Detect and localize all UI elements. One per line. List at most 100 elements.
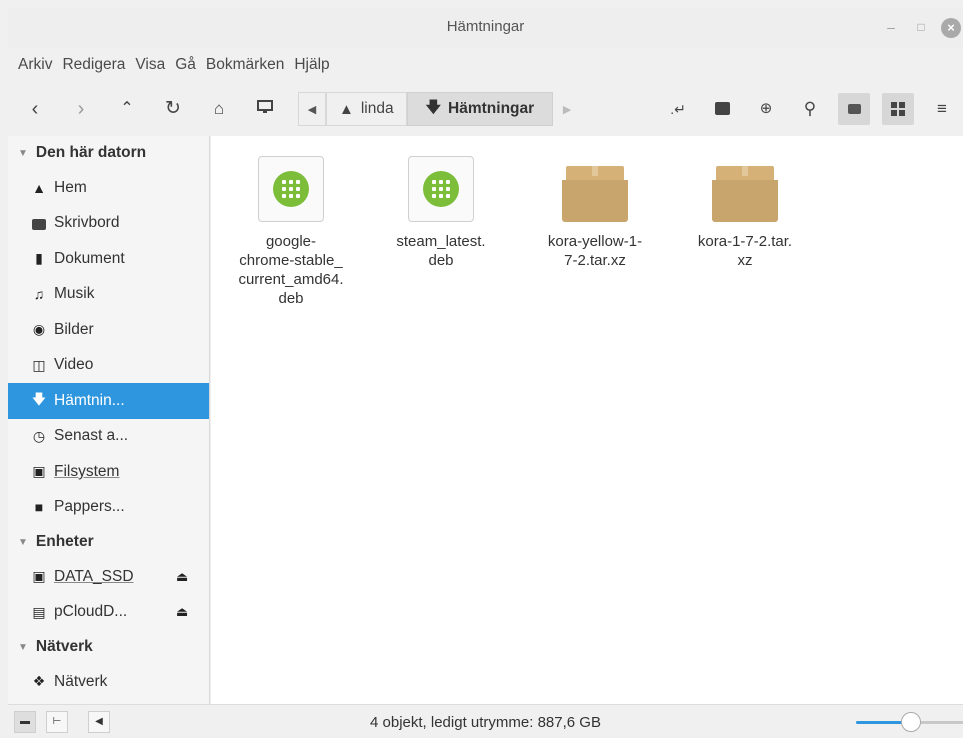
deb-package-icon bbox=[408, 156, 474, 222]
new-folder-icon[interactable]: ⊕ bbox=[750, 93, 782, 125]
menu-hjalp[interactable]: Hjälp bbox=[290, 56, 333, 74]
camera-icon: ◉ bbox=[32, 321, 46, 338]
drive-icon: ▣ bbox=[32, 568, 46, 585]
sidebar-section-computer[interactable]: ▼ Den här datorn bbox=[8, 136, 209, 170]
sidebar-item-label: pCloudD... bbox=[54, 603, 128, 621]
file-item-google-chrome[interactable]: google- chrome-stable_ current_amd64. de… bbox=[221, 156, 361, 308]
sidebar-item-filsystem[interactable]: ▣ Filsystem bbox=[8, 454, 209, 490]
sidebar-item-label: Hämtnin... bbox=[54, 391, 125, 409]
sidebar-item-label: Dokument bbox=[54, 249, 125, 267]
sidebar-section-network[interactable]: ▼ Nätverk bbox=[8, 630, 209, 664]
path-segment-label: Hämtningar bbox=[448, 100, 535, 117]
menu-bokmarken[interactable]: Bokmärken bbox=[202, 56, 288, 74]
sidebar-item-hem[interactable]: ▲ Hem bbox=[8, 170, 209, 206]
sidebar-item-skrivbord[interactable]: Skrivbord bbox=[8, 206, 209, 242]
download-icon: 🡇 bbox=[31, 390, 47, 407]
file-name: google- chrome-stable_ current_amd64. de… bbox=[238, 233, 344, 307]
menu-redigera[interactable]: Redigera bbox=[58, 56, 129, 74]
collapse-triangle-icon[interactable]: ▼ bbox=[18, 148, 28, 159]
trash-icon: ■ bbox=[34, 499, 44, 516]
path-segment-hamtningar[interactable]: 🡇 Hämtningar bbox=[406, 92, 554, 126]
sidebar-section-label: Den här datorn bbox=[35, 144, 147, 161]
download-icon: 🡇 bbox=[425, 98, 442, 116]
removable-drive-icon: ▤ bbox=[32, 603, 46, 620]
archive-icon bbox=[712, 156, 778, 222]
path-segment-linda[interactable]: ▲ linda bbox=[326, 92, 407, 126]
sidebar-item-label: Filsystem bbox=[54, 462, 120, 480]
terminal-icon[interactable] bbox=[706, 93, 738, 125]
sidebar-item-papperskorg[interactable]: ■ Pappers... bbox=[8, 490, 209, 526]
sidebar-item-dokument[interactable]: ▮ Dokument bbox=[8, 241, 209, 277]
home-icon: ▲ bbox=[339, 100, 354, 118]
close-button[interactable]: × bbox=[941, 18, 961, 38]
file-name: kora-yellow-1- 7-2.tar.xz bbox=[547, 233, 643, 269]
path-segment-label: linda bbox=[360, 100, 394, 117]
zoom-slider[interactable] bbox=[856, 712, 963, 732]
menu-bar: Arkiv Redigera Visa Gå Bokmärken Hjälp bbox=[8, 48, 963, 82]
file-name: kora-1-7-2.tar. xz bbox=[697, 233, 793, 269]
music-icon: ♫ bbox=[33, 286, 45, 303]
sidebar-item-label: Senast a... bbox=[54, 427, 129, 445]
sidebar: ▼ Den här datorn ▲ Hem Skrivbord ▮ Dokum… bbox=[8, 136, 210, 704]
sidebar-section-label: Enheter bbox=[35, 533, 94, 550]
home-icon: ▲ bbox=[32, 179, 46, 196]
maximize-button[interactable]: □ bbox=[911, 18, 931, 38]
sidebar-item-senast[interactable]: ◷ Senast a... bbox=[8, 419, 209, 455]
sidebar-item-bilder[interactable]: ◉ Bilder bbox=[8, 312, 209, 348]
file-item-kora-yellow[interactable]: kora-yellow-1- 7-2.tar.xz bbox=[525, 156, 665, 270]
menu-ga[interactable]: Gå bbox=[171, 56, 200, 74]
file-name: steam_latest. deb bbox=[396, 233, 486, 269]
drive-icon: ▣ bbox=[32, 463, 46, 480]
sidebar-item-label: Musik bbox=[54, 285, 95, 303]
collapse-triangle-icon[interactable]: ▼ bbox=[18, 537, 28, 548]
network-icon: ❖ bbox=[32, 673, 46, 690]
document-icon: ▮ bbox=[35, 250, 43, 267]
compact-view-icon[interactable] bbox=[882, 93, 914, 125]
reload-icon[interactable]: ↻ bbox=[158, 94, 188, 124]
sidebar-item-label: Nätverk bbox=[54, 672, 108, 690]
status-bar: ▬ ⊢ ◀ 4 objekt, ledigt utrymme: 887,6 GB bbox=[8, 704, 963, 738]
up-icon[interactable]: ⌃ bbox=[112, 94, 142, 124]
menu-arkiv[interactable]: Arkiv bbox=[8, 56, 56, 74]
forward-icon[interactable]: › bbox=[66, 94, 96, 124]
home-icon[interactable]: ⌂ bbox=[204, 94, 234, 124]
toggle-location-icon[interactable]: .↵ bbox=[662, 93, 694, 125]
sidebar-item-musik[interactable]: ♫ Musik bbox=[8, 277, 209, 313]
file-manager-window: Hämtningar – □ × Arkiv Redigera Visa Gå … bbox=[0, 0, 963, 738]
sidebar-item-pcloud[interactable]: ▤ pCloudD... ⏏ bbox=[8, 595, 209, 631]
sidebar-item-hamtningar[interactable]: 🡇 Hämtnin... bbox=[8, 383, 209, 419]
file-view[interactable]: google- chrome-stable_ current_amd64. de… bbox=[211, 136, 963, 704]
eject-icon[interactable]: ⏏ bbox=[176, 604, 188, 620]
path-scroll-left-icon[interactable]: ◀ bbox=[298, 92, 326, 126]
sidebar-item-label: Video bbox=[54, 356, 94, 374]
sidebar-item-label: Skrivbord bbox=[54, 214, 120, 232]
archive-icon bbox=[562, 156, 628, 222]
sidebar-item-label: Pappers... bbox=[54, 498, 125, 516]
toolbar: ‹ › ⌃ ↻ ⌂ ◀ ▲ linda 🡇 Hämtningar ▶ .↵ ⊕ … bbox=[8, 84, 963, 132]
back-icon[interactable]: ‹ bbox=[20, 94, 50, 124]
sidebar-item-natverk[interactable]: ❖ Nätverk bbox=[8, 664, 209, 700]
sidebar-item-data-ssd[interactable]: ▣ DATA_SSD ⏏ bbox=[8, 559, 209, 595]
sidebar-section-label: Nätverk bbox=[35, 638, 93, 655]
window-title: Hämtningar bbox=[446, 18, 525, 35]
sidebar-item-label: Bilder bbox=[54, 320, 94, 338]
minimize-button[interactable]: – bbox=[881, 18, 901, 38]
icon-view-icon[interactable] bbox=[838, 93, 870, 125]
collapse-triangle-icon[interactable]: ▼ bbox=[18, 642, 28, 653]
menu-visa[interactable]: Visa bbox=[131, 56, 169, 74]
title-bar[interactable]: Hämtningar – □ × bbox=[8, 8, 963, 48]
zoom-slider-handle[interactable] bbox=[901, 712, 921, 732]
search-icon[interactable]: ⚲ bbox=[794, 93, 826, 125]
computer-icon[interactable] bbox=[250, 94, 280, 124]
file-item-kora[interactable]: kora-1-7-2.tar. xz bbox=[675, 156, 815, 270]
eject-icon[interactable]: ⏏ bbox=[176, 569, 188, 585]
sidebar-section-devices[interactable]: ▼ Enheter bbox=[8, 525, 209, 559]
file-item-steam[interactable]: steam_latest. deb bbox=[371, 156, 511, 270]
sidebar-item-label: Hem bbox=[54, 178, 87, 196]
deb-package-icon bbox=[258, 156, 324, 222]
list-view-icon[interactable]: ≡ bbox=[926, 93, 958, 125]
sidebar-item-video[interactable]: ◫ Video bbox=[8, 348, 209, 384]
clock-icon: ◷ bbox=[32, 427, 46, 444]
path-scroll-right-icon[interactable]: ▶ bbox=[553, 92, 581, 126]
sidebar-item-label: DATA_SSD bbox=[54, 567, 134, 585]
